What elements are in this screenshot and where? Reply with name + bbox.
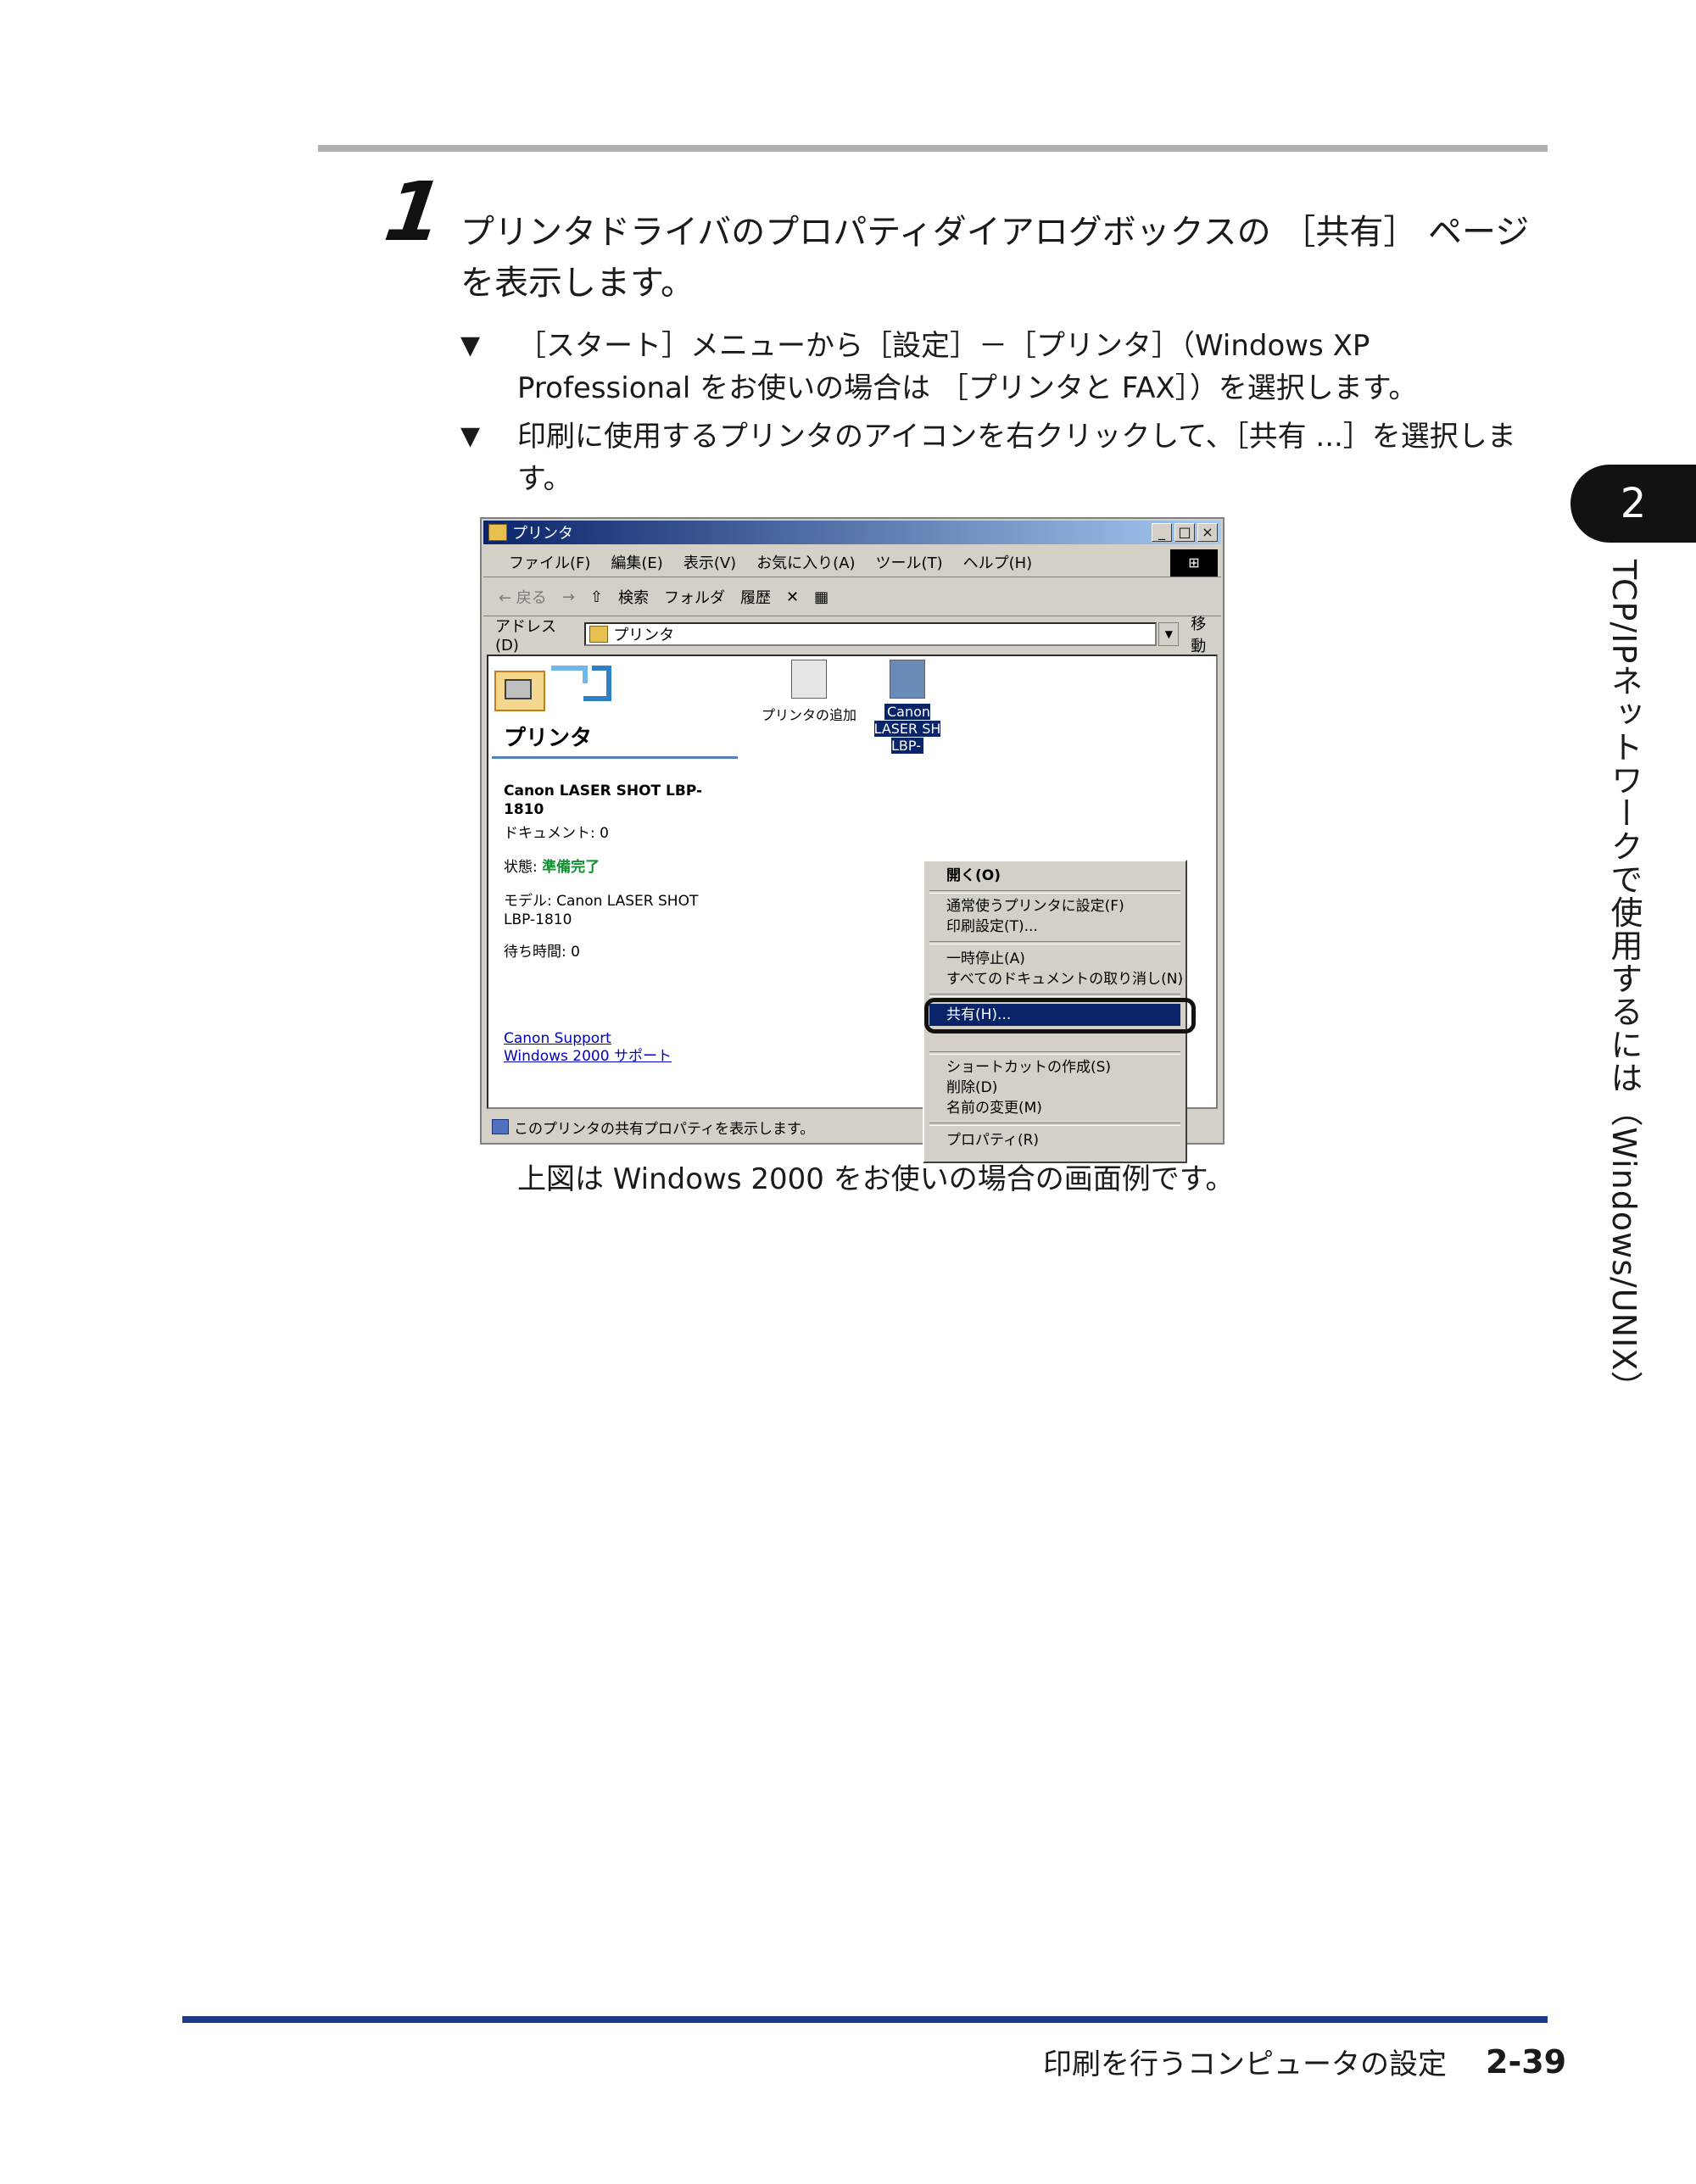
ctx-delete[interactable]: 削除(D) (946, 1078, 997, 1097)
add-printer-icon (791, 660, 827, 699)
printers-window-screenshot: プリンタ _ □ × ファイル(F) 編集(E) 表示(V) お気に入り(A) … (480, 517, 1225, 1163)
webview-pane: プリンタ Canon LASER SHOT LBP-1810 ドキュメント: 0… (488, 656, 743, 1107)
step-text: プリンタドライバのプロパティダイアログボックスの ［共有］ ページを表示します。 (460, 213, 1530, 303)
printer-status: 状態: 準備完了 (504, 858, 600, 877)
bullet-2: ▼ 印刷に使用するプリンタのアイコンを右クリックして、［共有 ...］を選択しま… (460, 415, 1554, 500)
ctx-print-preferences[interactable]: 印刷設定(T)... (946, 917, 1038, 936)
chapter-tab: 2 (1570, 465, 1696, 543)
computer-icon (492, 1119, 509, 1134)
documents-count: ドキュメント: 0 (504, 825, 609, 842)
ctx-set-default[interactable]: 通常使うプリンタに設定(F) (946, 897, 1124, 916)
printer-name: Canon LASER SHOT LBP-1810 (504, 783, 703, 818)
menu-file[interactable]: ファイル(F) (509, 551, 590, 573)
canon-support-link[interactable]: Canon Support (504, 1029, 611, 1048)
ctx-cancel-all[interactable]: すべてのドキュメントの取り消し(N) (946, 970, 1183, 989)
chapter-number: 2 (1620, 480, 1647, 527)
printers-folder-art-icon (494, 666, 611, 711)
pane-title: プリンタ (504, 726, 593, 751)
ctx-create-shortcut[interactable]: ショートカットの作成(S) (946, 1058, 1111, 1077)
ctx-separator (929, 890, 1180, 894)
delete-button[interactable]: ✕ (786, 588, 799, 606)
address-input[interactable]: プリンタ (584, 622, 1158, 646)
add-printer-label: プリンタの追加 (761, 707, 856, 723)
printer-icon (890, 660, 925, 699)
bullet-1: ▼ ［スタート］メニューから［設定］－［プリンタ］（Windows XP Pro… (460, 325, 1554, 410)
folder-content: プリンタ Canon LASER SHOT LBP-1810 ドキュメント: 0… (487, 655, 1218, 1163)
footer-title: 印刷を行うコンピュータの設定 (1043, 2048, 1447, 2081)
menu-favorites[interactable]: お気に入り(A) (756, 551, 855, 573)
address-label: アドレス(D) (495, 617, 556, 655)
minimize-button[interactable]: _ (1152, 523, 1172, 542)
add-printer-item[interactable]: プリンタの追加 (758, 660, 860, 724)
window-titlebar: プリンタ _ □ × (483, 521, 1221, 544)
address-value: プリンタ (613, 627, 675, 644)
printer-folder-icon (589, 626, 609, 643)
address-bar: アドレス(D) プリンタ ▼ 移動 (483, 616, 1221, 655)
screenshot-caption: 上図は Windows 2000 をお使いの場合の画面例です。 (517, 1162, 1235, 1196)
printer-model: モデル: Canon LASER SHOT LBP-1810 (504, 893, 699, 928)
page-number: 2-39 (1486, 2043, 1567, 2081)
history-button[interactable]: 履歴 (740, 586, 771, 608)
window-title: プリンタ (512, 525, 573, 543)
up-button[interactable]: ⇧ (590, 588, 603, 606)
address-dropdown-button[interactable]: ▼ (1158, 622, 1180, 646)
menu-tools[interactable]: ツール(T) (876, 551, 943, 573)
ctx-open[interactable]: 開く(O) (946, 866, 1001, 885)
step-number: 1 (379, 164, 449, 259)
toolbar: ← 戻る → ⇧ 検索 フォルダ 履歴 ✕ ▦ (483, 578, 1221, 616)
ctx-pause[interactable]: 一時停止(A) (946, 950, 1025, 968)
back-button[interactable]: ← 戻る (499, 586, 547, 608)
status-value: 準備完了 (542, 859, 600, 876)
bullet-mark: ▼ (460, 421, 481, 451)
status-label: 状態: (504, 859, 538, 876)
search-button[interactable]: 検索 (618, 586, 649, 608)
bottom-rule (182, 2016, 1548, 2023)
close-button[interactable]: × (1197, 523, 1218, 542)
go-button[interactable]: 移動 (1191, 612, 1221, 656)
sharing-highlight-ring (924, 998, 1196, 1034)
ctx-separator (929, 1051, 1180, 1055)
status-bar: このプリンタの共有プロパティを表示します。 (483, 1112, 1221, 1141)
folders-button[interactable]: フォルダ (664, 586, 725, 608)
canon-printer-item[interactable]: Canon LASER SH LBP- (867, 660, 948, 755)
views-button[interactable]: ▦ (814, 588, 828, 606)
forward-button[interactable]: → (562, 588, 575, 606)
ctx-separator (929, 994, 1180, 997)
wait-time: 待ち時間: 0 (504, 944, 580, 961)
printer-folder-icon (488, 524, 507, 541)
menu-view[interactable]: 表示(V) (683, 551, 736, 573)
bullet-text: 印刷に使用するプリンタのアイコンを右クリックして、［共有 ...］を選択します。 (517, 420, 1516, 496)
chapter-title: TCP/IPネットワークで使用するには（Windows/UNIX） (1605, 560, 1643, 1405)
menu-edit[interactable]: 編集(E) (611, 551, 662, 573)
windows-support-link[interactable]: Windows 2000 サポート (504, 1047, 672, 1066)
top-rule (318, 145, 1548, 152)
bullet-text: ［スタート］メニューから［設定］－［プリンタ］（Windows XP Profe… (517, 329, 1418, 405)
ctx-separator (929, 941, 1180, 944)
maximize-button[interactable]: □ (1174, 523, 1195, 542)
windows-logo-icon: ⊞ (1170, 549, 1218, 577)
bullet-mark: ▼ (460, 331, 481, 360)
canon-printer-label: Canon LASER SH LBP- (873, 704, 941, 754)
menu-help[interactable]: ヘルプ(H) (963, 551, 1033, 573)
menu-bar: ファイル(F) 編集(E) 表示(V) お気に入り(A) ツール(T) ヘルプ(… (483, 548, 1221, 577)
status-text: このプリンタの共有プロパティを表示します。 (514, 1120, 815, 1138)
pane-divider (492, 756, 738, 759)
